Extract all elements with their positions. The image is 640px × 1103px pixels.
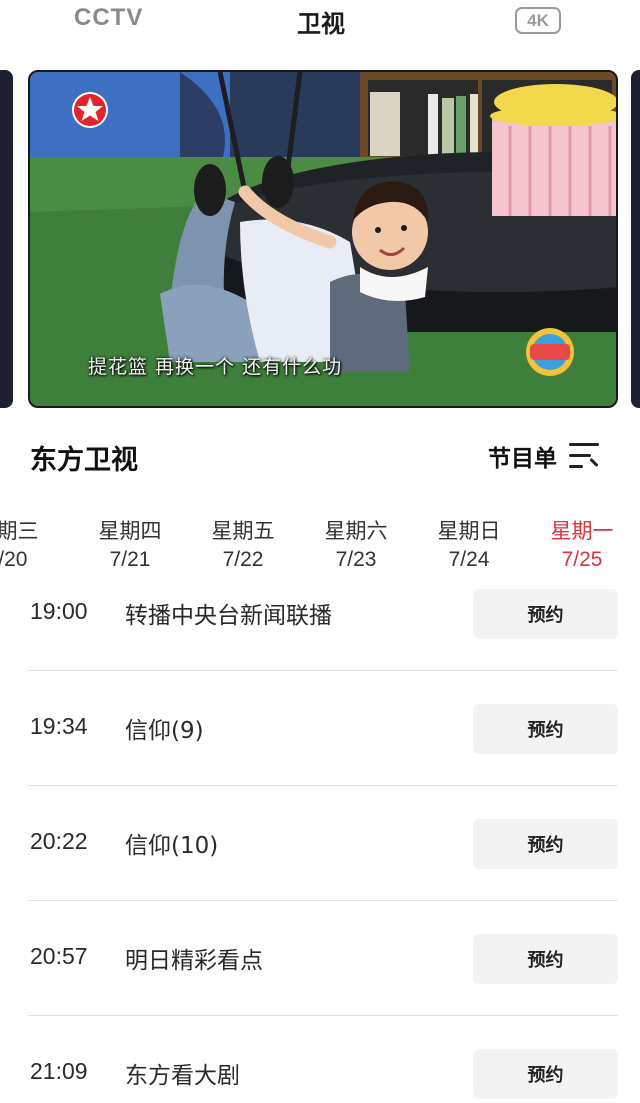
star-logo-icon [72, 92, 108, 128]
date-weekday: 星期五 [211, 519, 275, 543]
date-item[interactable]: 星期三 7/20 [0, 516, 52, 574]
date-day: 7/23 [335, 548, 377, 571]
channel-name: 东方卫视 [30, 445, 138, 476]
program-time: 21:09 [30, 1058, 88, 1084]
date-day: 7/21 [109, 548, 151, 571]
tab-4k[interactable]: 4K [515, 7, 561, 34]
date-day: 7/24 [448, 548, 490, 571]
program-row: 19:34 信仰(9) 预约 [28, 697, 618, 812]
program-time: 19:00 [30, 598, 88, 624]
schedule-button[interactable]: 节目单 [488, 440, 599, 472]
previous-card-peek[interactable] [0, 70, 13, 408]
row-divider [28, 785, 618, 786]
video-subtitle: 提花篮 再换一个 还有什么功 [88, 356, 343, 378]
row-divider [28, 900, 618, 901]
program-time: 19:34 [30, 713, 88, 739]
schedule-label: 节目单 [488, 446, 557, 472]
reserve-button[interactable]: 预约 [473, 1049, 618, 1099]
date-day: 7/25 [561, 548, 603, 571]
date-item[interactable]: 星期四 7/21 [85, 516, 175, 574]
reserve-button[interactable]: 预约 [473, 589, 618, 639]
date-selector: 星期三 7/20 星期四 7/21 星期五 7/22 星期六 7/23 星期日 … [0, 516, 640, 576]
date-day: 7/22 [222, 548, 264, 571]
program-title: 信仰(10) [125, 833, 219, 859]
program-row: 19:00 转播中央台新闻联播 预约 [28, 582, 618, 697]
program-row: 20:57 明日精彩看点 预约 [28, 927, 618, 1042]
date-weekday: 星期一 [550, 519, 614, 543]
program-row: 21:09 东方看大剧 预约 [28, 1042, 618, 1103]
date-weekday: 星期三 [0, 519, 39, 543]
date-weekday: 星期六 [324, 519, 388, 543]
program-title: 东方看大剧 [125, 1063, 240, 1089]
date-item[interactable]: 星期日 7/24 [424, 516, 514, 574]
channel-category-tabs: CCTV 卫视 4K [0, 0, 640, 44]
date-item[interactable]: 星期五 7/22 [198, 516, 288, 574]
row-divider [28, 1015, 618, 1016]
reserve-button[interactable]: 预约 [473, 819, 618, 869]
reserve-button[interactable]: 预约 [473, 934, 618, 984]
program-row: 20:22 信仰(10) 预约 [28, 812, 618, 927]
date-weekday: 星期日 [437, 519, 501, 543]
next-card-peek[interactable] [631, 70, 640, 408]
program-title: 转播中央台新闻联播 [125, 603, 332, 629]
date-day: 7/20 [0, 548, 28, 571]
list-icon [569, 440, 599, 472]
tab-satellite[interactable]: 卫视 [297, 4, 345, 39]
date-item[interactable]: 星期六 7/23 [311, 516, 401, 574]
program-title: 信仰(9) [125, 718, 204, 744]
program-title: 明日精彩看点 [125, 948, 263, 974]
tab-cctv[interactable]: CCTV [74, 4, 143, 32]
video-player[interactable]: 提花篮 再换一个 还有什么功 [28, 70, 618, 408]
date-weekday: 星期四 [98, 519, 162, 543]
program-time: 20:22 [30, 828, 88, 854]
reserve-button[interactable]: 预约 [473, 704, 618, 754]
row-divider [28, 670, 618, 671]
program-time: 20:57 [30, 943, 88, 969]
date-item-selected[interactable]: 星期一 7/25 [537, 516, 627, 574]
